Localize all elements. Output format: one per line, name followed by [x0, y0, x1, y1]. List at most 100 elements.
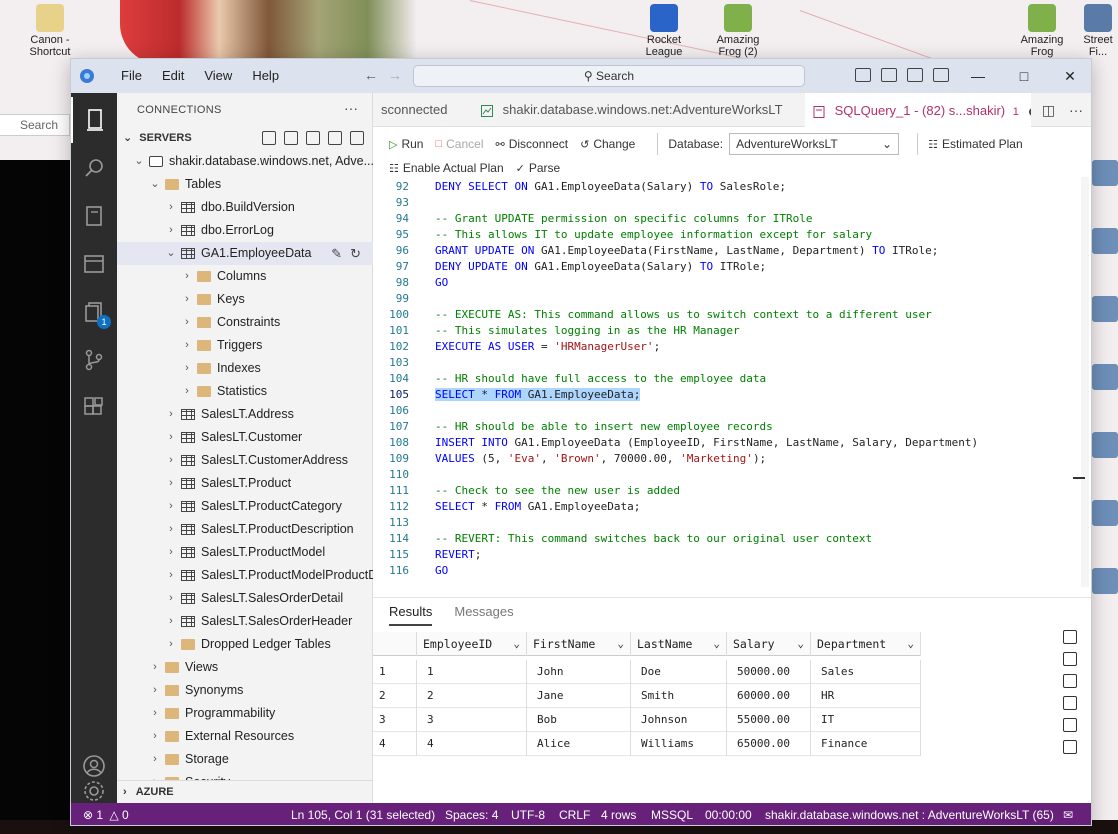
code-line[interactable]: 100 -- EXECUTE AS: This command allows us… — [373, 307, 1073, 323]
table-row[interactable]: 3 3 Bob Johnson 55000.00 IT — [373, 708, 921, 732]
table-row[interactable]: 2 2 Jane Smith 60000.00 HR — [373, 684, 921, 708]
table-cell[interactable]: 55000.00 — [727, 708, 811, 732]
change-connection-button[interactable]: ↺ Change — [580, 137, 635, 151]
run-button[interactable]: ▷ Run — [389, 137, 423, 151]
chevron-right-icon[interactable]: › — [165, 426, 177, 449]
chevron-right-icon[interactable]: › — [165, 633, 177, 656]
maximize-icon[interactable]: □ — [1001, 59, 1047, 93]
table-cell[interactable]: 50000.00 — [727, 660, 811, 684]
row-number[interactable]: 2 — [373, 684, 417, 708]
code-line[interactable]: 114 -- REVERT: This command switches back… — [373, 531, 1073, 547]
table-cell[interactable]: John — [527, 660, 631, 684]
row-number[interactable]: 3 — [373, 708, 417, 732]
column-header[interactable]: Salary ⌄ — [727, 632, 811, 656]
table-row[interactable]: 1 1 John Doe 50000.00 Sales — [373, 660, 921, 684]
unsaved-dot-icon[interactable] — [1028, 107, 1031, 116]
desktop-shortcut-icon[interactable] — [1092, 228, 1118, 254]
forward-arrow-icon[interactable]: → — [383, 67, 407, 83]
edit-data-icon[interactable]: ✎ — [331, 246, 342, 261]
save-as-csv-icon[interactable] — [1063, 630, 1077, 644]
tab-disconnected[interactable]: sconnected — [373, 93, 473, 127]
table-cell[interactable]: 1 — [417, 660, 527, 684]
table-cell[interactable]: Finance — [811, 732, 921, 756]
tree-item[interactable]: ⌄ Tables — [117, 173, 373, 196]
code-line[interactable]: 93 — [373, 195, 1073, 211]
problems-indicator[interactable]: ⊗ 1 △ 0 — [83, 803, 129, 825]
tree-item[interactable]: › SalesLT.Product — [117, 472, 373, 495]
chevron-down-icon[interactable]: ⌄ — [149, 173, 161, 196]
chevron-right-icon[interactable]: › — [165, 564, 177, 587]
chevron-down-icon[interactable]: ⌄ — [907, 632, 914, 656]
table-cell[interactable]: 2 — [417, 684, 527, 708]
new-connection-icon[interactable] — [262, 131, 276, 145]
chevron-down-icon[interactable]: ⌄ — [133, 150, 145, 173]
language-mode[interactable]: MSSQL — [651, 803, 693, 825]
column-header[interactable]: LastName ⌄ — [631, 632, 727, 656]
split-editor-icon[interactable]: ◫ — [1042, 102, 1055, 118]
save-as-xml-icon[interactable] — [1063, 696, 1077, 710]
tab-messages[interactable]: Messages — [454, 598, 513, 626]
table-cell[interactable]: IT — [811, 708, 921, 732]
collapse-all-icon[interactable] — [350, 131, 364, 145]
tree-item[interactable]: › Storage — [117, 748, 373, 771]
chevron-down-icon[interactable]: ⌄ — [513, 632, 520, 656]
copy-icon[interactable] — [1063, 718, 1077, 732]
column-header[interactable]: Department ⌄ — [811, 632, 921, 656]
chevron-right-icon[interactable]: › — [165, 472, 177, 495]
source-control-icon[interactable] — [71, 337, 117, 383]
table-cell[interactable]: Alice — [527, 732, 631, 756]
menu-view[interactable]: View — [194, 59, 242, 93]
refresh-icon[interactable]: ↻ — [350, 246, 361, 261]
chevron-right-icon[interactable]: › — [165, 449, 177, 472]
tree-item[interactable]: › Views — [117, 656, 373, 679]
code-line[interactable]: 99 — [373, 291, 1073, 307]
tree-item[interactable]: ⌄ shakir.database.windows.net, Adve... — [117, 150, 373, 173]
code-line[interactable]: 98 GO — [373, 275, 1073, 291]
save-as-json-icon[interactable] — [1063, 674, 1077, 688]
editor-scrollbar[interactable] — [1081, 177, 1089, 587]
connections-icon[interactable] — [71, 97, 117, 143]
table-cell[interactable]: 60000.00 — [727, 684, 811, 708]
disconnect-button[interactable]: ⚯ Disconnect — [496, 137, 569, 151]
tree-item[interactable]: › SalesLT.ProductDescription — [117, 518, 373, 541]
code-line[interactable]: 116 GO — [373, 563, 1073, 579]
chevron-right-icon[interactable]: › — [181, 311, 193, 334]
menu-edit[interactable]: Edit — [152, 59, 194, 93]
save-as-excel-icon[interactable] — [1063, 652, 1077, 666]
explorer-icon[interactable]: 1 — [71, 289, 117, 335]
parse-button[interactable]: ✓ Parse — [516, 161, 561, 175]
chevron-right-icon[interactable]: › — [181, 334, 193, 357]
chevron-right-icon[interactable]: › — [165, 196, 177, 219]
azure-section-header[interactable]: › AZURE — [117, 780, 373, 803]
desktop-shortcut-icon[interactable] — [1092, 432, 1118, 458]
tree-item[interactable]: › SalesLT.ProductCategory — [117, 495, 373, 518]
tree-item[interactable]: › Keys — [117, 288, 373, 311]
code-line[interactable]: 107 -- HR should be able to insert new em… — [373, 419, 1073, 435]
tab-results[interactable]: Results — [389, 598, 433, 626]
chevron-right-icon[interactable]: › — [165, 518, 177, 541]
chevron-right-icon[interactable]: › — [149, 748, 161, 771]
code-line[interactable]: 101 -- This simulates logging in as the H… — [373, 323, 1073, 339]
code-line[interactable]: 115 REVERT; — [373, 547, 1073, 563]
desktop-icon-amazing-frog-2[interactable]: Amazing Frog (2) — [710, 4, 766, 58]
chevron-right-icon[interactable]: › — [165, 587, 177, 610]
tree-item[interactable]: › SalesLT.SalesOrderHeader — [117, 610, 373, 633]
background-search-box[interactable]: Search — [0, 114, 70, 136]
table-cell[interactable]: 4 — [417, 732, 527, 756]
table-cell[interactable]: HR — [811, 684, 921, 708]
desktop-shortcut-icon[interactable] — [1092, 500, 1118, 526]
desktop-shortcut-icon[interactable] — [1092, 160, 1118, 186]
code-line[interactable]: 112 SELECT * FROM GA1.EmployeeData; — [373, 499, 1073, 515]
minimize-icon[interactable]: — — [955, 59, 1001, 93]
tree-item[interactable]: › Triggers — [117, 334, 373, 357]
desktop-icon-amazing-frog[interactable]: Amazing Frog — [1014, 4, 1070, 58]
settings-gear-icon[interactable] — [71, 781, 117, 803]
column-header[interactable]: FirstName ⌄ — [527, 632, 631, 656]
tree-item[interactable]: › SalesLT.CustomerAddress — [117, 449, 373, 472]
table-cell[interactable]: Jane — [527, 684, 631, 708]
toggle-panel-icon[interactable] — [881, 68, 897, 82]
code-line[interactable]: 110 — [373, 467, 1073, 483]
tree-item[interactable]: › SalesLT.SalesOrderDetail — [117, 587, 373, 610]
row-number[interactable]: 1 — [373, 660, 417, 684]
chevron-right-icon[interactable]: › — [181, 288, 193, 311]
